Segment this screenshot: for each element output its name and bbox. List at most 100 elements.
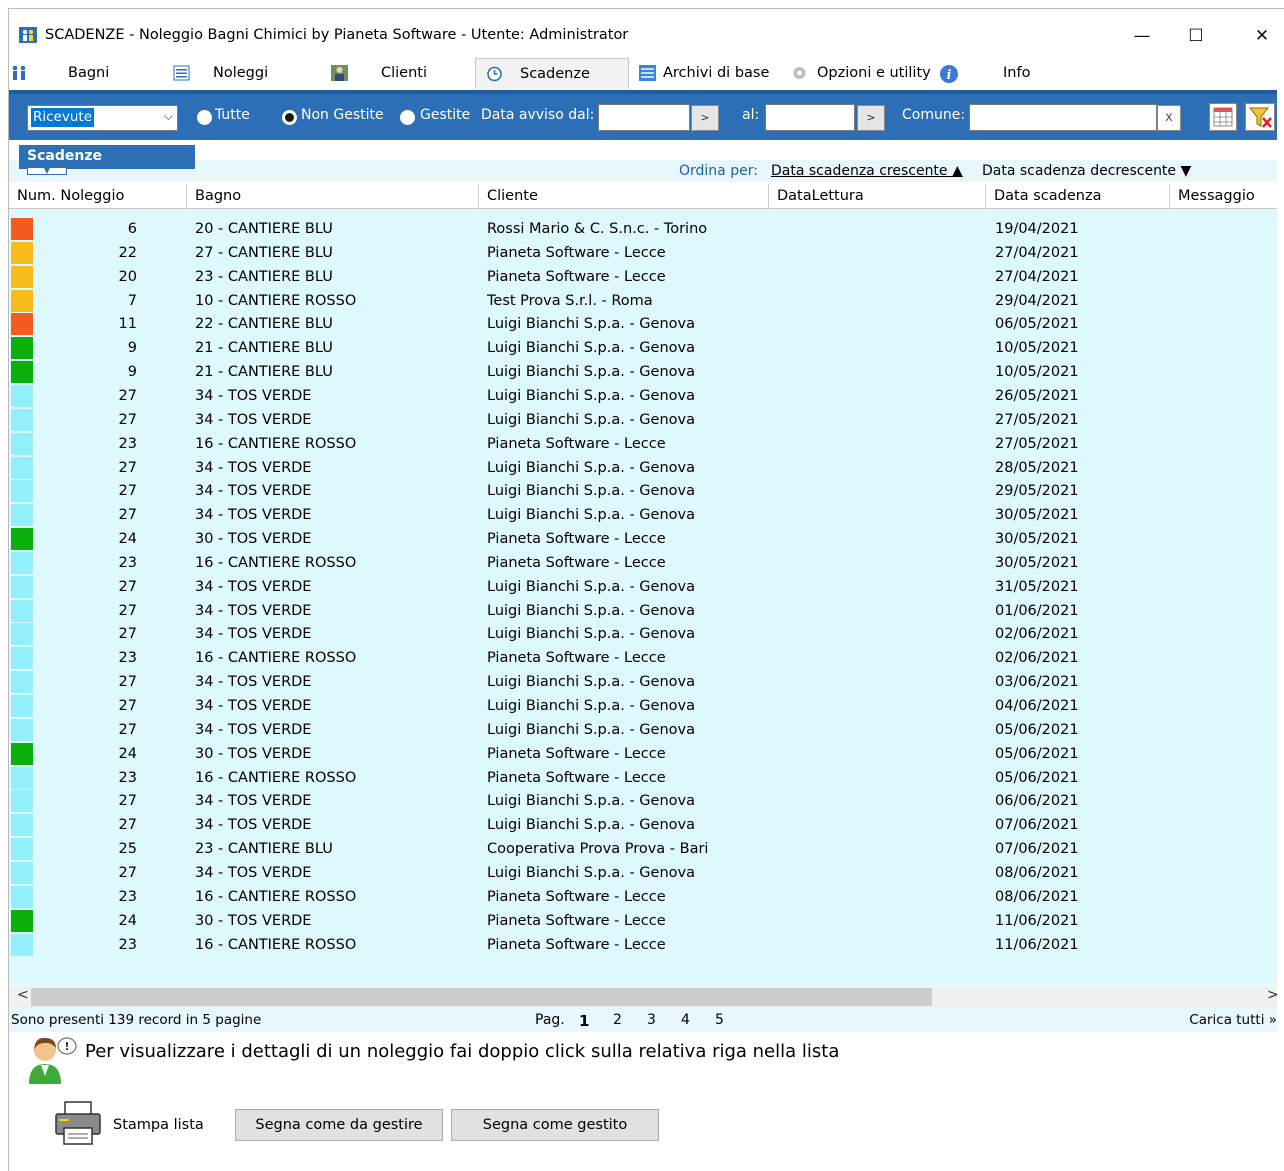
table-row[interactable]: 22 27 - CANTIERE BLU Pianeta Software - Le… xyxy=(9,241,1277,265)
type-select[interactable]: Ricevute ⌵ xyxy=(27,105,178,131)
radio-gestite[interactable] xyxy=(400,110,415,125)
info-icon: i xyxy=(940,65,958,83)
table-row[interactable]: 27 34 - TOS VERDE Luigi Bianchi S.p.a. - G… xyxy=(9,503,1277,527)
date-from-input[interactable] xyxy=(598,104,690,131)
section-tab-scadenze[interactable]: Scadenze ▼ xyxy=(19,145,195,175)
table-row[interactable]: 27 34 - TOS VERDE Luigi Bianchi S.p.a. - G… xyxy=(9,861,1277,885)
table-row[interactable]: 27 34 - TOS VERDE Luigi Bianchi S.p.a. - G… xyxy=(9,670,1277,694)
maximize-button[interactable]: ☐ xyxy=(1173,21,1219,51)
table-row[interactable]: 9 21 - CANTIERE BLU Luigi Bianchi S.p.a. -… xyxy=(9,360,1277,384)
column-header-data-lettura[interactable]: DataLettura xyxy=(769,184,986,209)
cell-num-noleggio: 27 xyxy=(118,459,137,476)
radio-non-gestite[interactable] xyxy=(282,110,297,125)
column-header-data-scadenza[interactable]: Data scadenza xyxy=(986,184,1170,209)
scrollbar-thumb[interactable] xyxy=(31,988,932,1006)
table-row[interactable]: 23 16 - CANTIERE ROSSO Pianeta Software - … xyxy=(9,646,1277,670)
page-link-5[interactable]: 5 xyxy=(715,1012,724,1028)
column-header-bagno[interactable]: Bagno xyxy=(187,184,479,209)
cell-bagno: 30 - TOS VERDE xyxy=(195,745,312,762)
collapse-icon[interactable]: ▼ xyxy=(27,167,67,175)
grid-settings-button[interactable] xyxy=(1209,103,1237,131)
menu-archivi[interactable]: Archivi di base xyxy=(637,58,783,89)
scroll-left-icon[interactable]: < xyxy=(17,987,29,1003)
table-row[interactable]: 6 20 - CANTIERE BLU Rossi Mario & C. S.n.c… xyxy=(9,217,1277,241)
comune-clear-button[interactable]: x xyxy=(1157,105,1181,131)
table-row[interactable]: 27 34 - TOS VERDE Luigi Bianchi S.p.a. - G… xyxy=(9,384,1277,408)
table-row[interactable]: 27 34 - TOS VERDE Luigi Bianchi S.p.a. - G… xyxy=(9,456,1277,480)
table-row[interactable]: 27 34 - TOS VERDE Luigi Bianchi S.p.a. - G… xyxy=(9,622,1277,646)
table-row[interactable]: 23 16 - CANTIERE ROSSO Pianeta Software - … xyxy=(9,432,1277,456)
cell-num-noleggio: 27 xyxy=(118,483,137,500)
table-row[interactable]: 23 16 - CANTIERE ROSSO Pianeta Software - … xyxy=(9,551,1277,575)
table-row[interactable]: 27 34 - TOS VERDE Luigi Bianchi S.p.a. - G… xyxy=(9,813,1277,837)
close-button[interactable]: ✕ xyxy=(1239,21,1284,51)
radio-tutte[interactable] xyxy=(197,110,212,125)
column-header-num-noleggio[interactable]: Num. Noleggio xyxy=(9,184,187,209)
menu-noleggi[interactable]: Noleggi xyxy=(167,58,287,89)
menu-info[interactable]: Info xyxy=(999,58,1059,89)
table-row[interactable]: 7 10 - CANTIERE ROSSO Test Prova S.r.l. - … xyxy=(9,289,1277,313)
table-row[interactable]: 25 23 - CANTIERE BLU Cooperativa Prova Pro… xyxy=(9,837,1277,861)
cell-num-noleggio: 23 xyxy=(118,769,137,786)
hint-text: Per visualizzare i dettagli di un nolegg… xyxy=(85,1041,840,1062)
cell-cliente: Luigi Bianchi S.p.a. - Genova xyxy=(487,864,695,881)
printer-icon[interactable] xyxy=(53,1100,103,1146)
mark-managed-button[interactable]: Segna come gestito xyxy=(451,1109,659,1141)
cell-cliente: Pianeta Software - Lecce xyxy=(487,745,666,762)
column-header-cliente[interactable]: Cliente xyxy=(479,184,769,209)
page-link-3[interactable]: 3 xyxy=(647,1012,656,1028)
table-row[interactable]: 27 34 - TOS VERDE Luigi Bianchi S.p.a. - G… xyxy=(9,789,1277,813)
cell-cliente: Pianeta Software - Lecce xyxy=(487,769,666,786)
table-row[interactable]: 23 16 - CANTIERE ROSSO Pianeta Software - … xyxy=(9,885,1277,909)
table-row[interactable]: 27 34 - TOS VERDE Luigi Bianchi S.p.a. - G… xyxy=(9,479,1277,503)
cell-cliente: Luigi Bianchi S.p.a. - Genova xyxy=(487,340,695,357)
menu-archivi-label: Archivi di base xyxy=(663,65,770,81)
table-row[interactable]: 27 34 - TOS VERDE Luigi Bianchi S.p.a. - G… xyxy=(9,408,1277,432)
menu-bagni[interactable]: Bagni xyxy=(9,58,119,89)
filter-clear-icon xyxy=(1248,107,1272,128)
comune-input[interactable] xyxy=(969,104,1157,131)
minimize-button[interactable]: — xyxy=(1119,21,1165,51)
cell-bagno: 34 - TOS VERDE xyxy=(195,721,312,738)
sort-ascending-link[interactable]: Data scadenza crescente ▲ xyxy=(771,163,963,179)
print-list-label[interactable]: Stampa lista xyxy=(113,1117,204,1133)
column-header-messaggio[interactable]: Messaggio xyxy=(1170,184,1277,209)
cell-data-scadenza: 11/06/2021 xyxy=(995,912,1079,929)
table-row[interactable]: 23 16 - CANTIERE ROSSO Pianeta Software - … xyxy=(9,933,1277,957)
cell-bagno: 10 - CANTIERE ROSSO xyxy=(195,292,357,309)
table-row[interactable]: 9 21 - CANTIERE BLU Luigi Bianchi S.p.a. -… xyxy=(9,336,1277,360)
page-link-2[interactable]: 2 xyxy=(613,1012,622,1028)
menu-opzioni[interactable]: Opzioni e utility i xyxy=(791,58,959,89)
cell-num-noleggio: 27 xyxy=(118,698,137,714)
table-row[interactable]: 27 34 - TOS VERDE Luigi Bianchi S.p.a. - G… xyxy=(9,718,1277,742)
table-row[interactable]: 24 30 - TOS VERDE Pianeta Software - Lecce… xyxy=(9,527,1277,551)
cell-cliente: Pianeta Software - Lecce xyxy=(487,268,666,285)
date-to-button[interactable]: > xyxy=(857,105,885,131)
menu-clienti[interactable]: Clienti xyxy=(319,58,449,89)
clear-filter-button[interactable] xyxy=(1245,103,1275,131)
page-link-4[interactable]: 4 xyxy=(681,1012,690,1028)
table-row[interactable]: 27 34 - TOS VERDE Luigi Bianchi S.p.a. - G… xyxy=(9,575,1277,599)
menu-scadenze[interactable]: Scadenze xyxy=(475,58,629,89)
cell-cliente: Luigi Bianchi S.p.a. - Genova xyxy=(487,483,695,500)
cell-data-lettura xyxy=(777,312,977,336)
cell-bagno: 34 - TOS VERDE xyxy=(195,817,312,834)
load-all-link[interactable]: Carica tutti » xyxy=(1189,1012,1277,1028)
table-row[interactable]: 20 23 - CANTIERE BLU Pianeta Software - Le… xyxy=(9,265,1277,289)
list-icon xyxy=(173,65,190,81)
date-from-button[interactable]: > xyxy=(691,105,719,131)
scroll-right-icon[interactable]: > xyxy=(1267,987,1279,1003)
table-row[interactable]: 11 22 - CANTIERE BLU Luigi Bianchi S.p.a. … xyxy=(9,312,1277,336)
cell-messaggio xyxy=(1179,933,1277,957)
page-link-1[interactable]: 1 xyxy=(579,1012,589,1030)
date-to-input[interactable] xyxy=(765,104,855,131)
table-row[interactable]: 24 30 - TOS VERDE Pianeta Software - Lecce… xyxy=(9,742,1277,766)
table-row[interactable]: 27 34 - TOS VERDE Luigi Bianchi S.p.a. - G… xyxy=(9,599,1277,623)
table-row[interactable]: 27 34 - TOS VERDE Luigi Bianchi S.p.a. - G… xyxy=(9,694,1277,718)
table-row[interactable]: 23 16 - CANTIERE ROSSO Pianeta Software - … xyxy=(9,766,1277,790)
table-row[interactable]: 24 30 - TOS VERDE Pianeta Software - Lecce… xyxy=(9,909,1277,933)
page-label: Pag. xyxy=(535,1012,565,1028)
mark-to-manage-button[interactable]: Segna come da gestire xyxy=(235,1109,443,1141)
sort-descending-link[interactable]: Data scadenza decrescente ▼ xyxy=(982,163,1191,179)
horizontal-scrollbar[interactable]: < > xyxy=(9,986,1279,1008)
